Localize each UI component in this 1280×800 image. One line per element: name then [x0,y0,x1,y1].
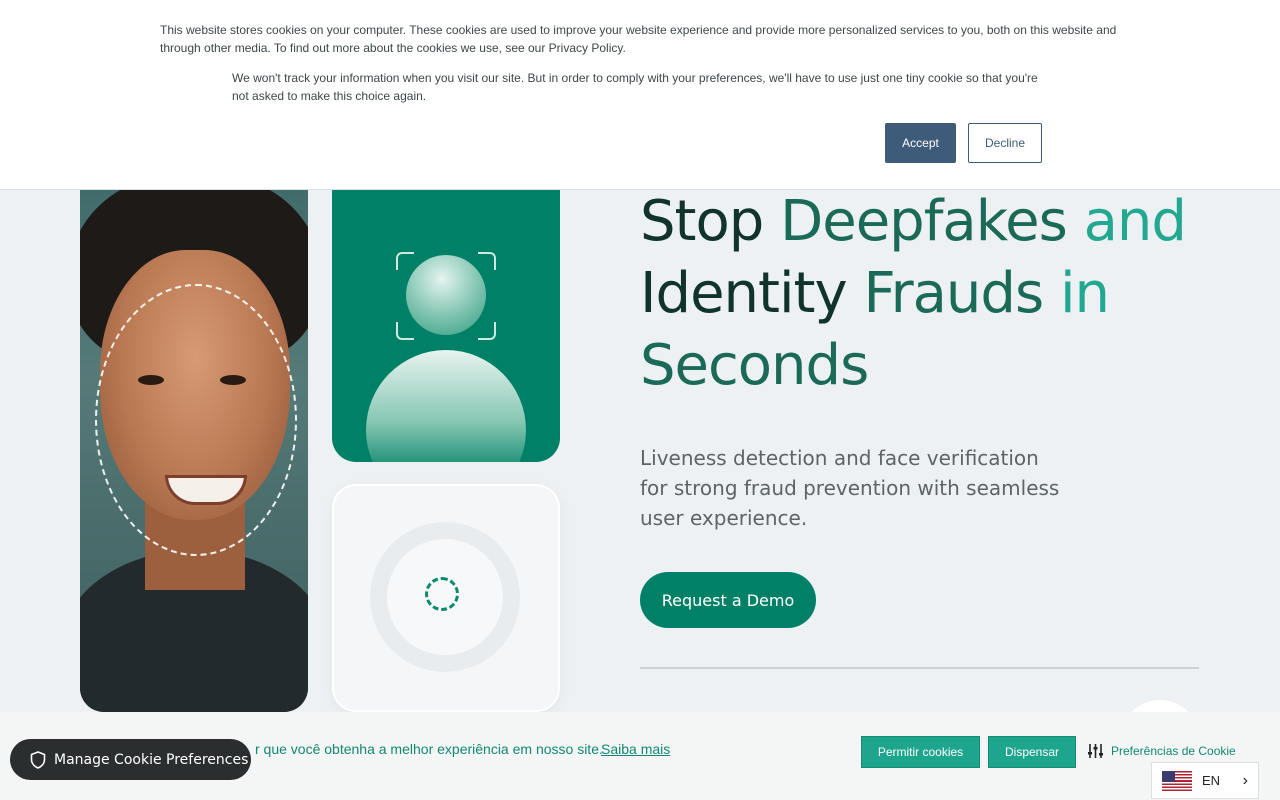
cookie-banner-subtext: We won't track your information when you… [232,71,1038,103]
language-code: EN [1202,773,1221,788]
hero-subtitle: Liveness detection and face verification… [640,446,1060,530]
headline-word: in [1059,261,1110,326]
sliders-icon [1088,744,1103,758]
us-flag-icon [1162,770,1192,791]
manage-cookie-preferences-button[interactable]: Manage Cookie Preferences [10,739,251,780]
headline-word: Stop [640,189,764,254]
headline-word: Frauds [863,261,1044,326]
cookie-banner-text: This website stores cookies on your comp… [160,23,1117,55]
cookie-notice-text: r que você obtenha a melhor experiência … [255,741,603,757]
headline-word: and [1083,189,1187,254]
allow-cookies-button[interactable]: Permitir cookies [861,736,980,768]
cookie-preferences-link[interactable]: Preferências de Cookie [1088,744,1236,758]
person-body-icon [366,350,526,462]
headline-word: Identity [640,261,848,326]
accept-cookies-button[interactable]: Accept [885,123,956,163]
scan-bracket-icon [396,252,414,270]
scan-bracket-icon [478,252,496,270]
chevron-right-icon: › [1242,771,1248,789]
face-detection-oval [95,284,297,556]
manage-cookie-label: Manage Cookie Preferences [54,751,249,768]
headline-word: Deepfakes [780,189,1068,254]
person-head-icon [406,255,486,335]
face-photo-card [80,160,308,712]
learn-more-link[interactable]: Saiba mais [601,741,670,757]
dismiss-button[interactable]: Dispensar [988,736,1076,768]
loading-card [332,484,560,712]
hero-headline: Stop Deepfakes and Identity Frauds in Se… [640,186,1200,402]
liveness-card [332,160,560,462]
divider [640,667,1199,669]
scan-bracket-icon [396,322,414,340]
decline-cookies-button[interactable]: Decline [968,123,1042,163]
headline-word: Seconds [640,333,869,398]
spinner-icon [425,577,459,611]
cookie-consent-banner: This website stores cookies on your comp… [0,0,1280,190]
request-demo-button[interactable]: Request a Demo [640,572,816,628]
cookie-preferences-label: Preferências de Cookie [1111,744,1236,758]
shield-icon [30,750,46,769]
scan-bracket-icon [478,322,496,340]
language-selector[interactable]: EN › [1151,762,1259,799]
